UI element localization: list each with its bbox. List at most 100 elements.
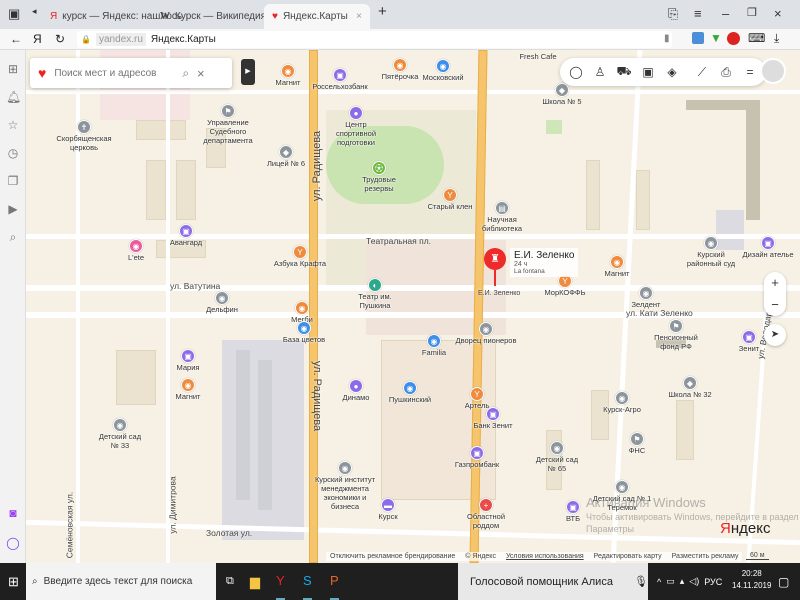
edit-map-link[interactable]: Редактировать карту bbox=[594, 553, 662, 560]
notifications-icon[interactable]: ▢ bbox=[778, 563, 789, 600]
microphone-icon[interactable]: 🎙︎ bbox=[634, 563, 648, 600]
selected-place-card[interactable]: Е.И. Зеленко 24 ч La fontana bbox=[510, 248, 579, 277]
zoom-in-button[interactable]: + bbox=[764, 272, 786, 294]
parking-icon[interactable]: ⛟ bbox=[616, 64, 632, 80]
poi[interactable]: ▤ Научная библиотека bbox=[477, 201, 527, 233]
start-button[interactable]: ⊞ bbox=[8, 563, 19, 600]
poi[interactable]: ◉ Московский bbox=[398, 59, 488, 82]
back-icon[interactable]: ← bbox=[10, 32, 22, 46]
tab-yandex-maps[interactable]: ♥ Яндекс.Карты × bbox=[264, 4, 370, 29]
bookmark-icon[interactable]: ▮ bbox=[664, 33, 670, 44]
poi[interactable]: ▣ Дизайн ателье bbox=[723, 236, 800, 259]
alice-assistant-box[interactable]: Голосовой помощник Алиса bbox=[458, 563, 648, 600]
bank-icon: ▣ bbox=[333, 68, 347, 82]
history-icon[interactable]: ◷ bbox=[6, 146, 20, 160]
network-icon[interactable]: ▭ bbox=[666, 576, 675, 587]
restore-button[interactable]: ❐ bbox=[747, 6, 757, 19]
task-view-icon[interactable]: ⧉ bbox=[226, 563, 234, 600]
poi[interactable]: ▬ Курск bbox=[343, 498, 433, 521]
transport-icon[interactable]: ▣ bbox=[640, 65, 656, 79]
skype-icon[interactable]: S bbox=[303, 563, 312, 600]
powerpoint-icon[interactable]: P bbox=[330, 563, 339, 600]
poi[interactable]: ⚑ ФНС bbox=[592, 432, 682, 455]
zoom-out-button[interactable]: − bbox=[764, 294, 786, 316]
search-icon[interactable]: ⌕ bbox=[182, 66, 189, 81]
yandex-button[interactable]: Я bbox=[33, 32, 42, 46]
media-icon[interactable]: ▶ bbox=[6, 202, 20, 216]
adblock-icon[interactable] bbox=[727, 32, 740, 45]
poi[interactable]: ◉ База цветов bbox=[259, 321, 349, 344]
layers-traffic-icon[interactable]: ◯ bbox=[568, 65, 584, 79]
collapse-panel-button[interactable]: ▶ bbox=[241, 59, 255, 85]
apps-icon[interactable]: ⊞ bbox=[6, 62, 20, 76]
menu-icon[interactable]: = bbox=[742, 65, 758, 79]
poi[interactable]: ◐ Театр им. Пушкина bbox=[345, 278, 405, 310]
new-tab-button[interactable]: + bbox=[378, 3, 387, 20]
panorama-icon[interactable]: ♙ bbox=[592, 65, 608, 79]
poi[interactable]: ◉ Детский сад № 33 bbox=[95, 418, 145, 450]
poi[interactable]: ◉ Магнит bbox=[572, 255, 662, 278]
battery-icon[interactable]: ▴ bbox=[680, 576, 685, 587]
disable-branding-link[interactable]: Отключить рекламное брендирование bbox=[330, 553, 455, 560]
volume-icon[interactable]: ◁) bbox=[689, 576, 699, 587]
alice-notify-icon[interactable]: ◙ bbox=[6, 506, 20, 520]
tab-yandex-search[interactable]: Якурск — Яндекс: нашлось bbox=[42, 4, 182, 29]
map-canvas[interactable]: ул. Радищева ул. Радищева Театральная пл… bbox=[26, 50, 800, 563]
notifications-icon[interactable]: 🔔︎ bbox=[6, 90, 21, 104]
government-icon: ⚑ bbox=[669, 319, 683, 333]
chevron-up-icon[interactable]: ^ bbox=[657, 577, 661, 587]
menu-icon[interactable]: ≡ bbox=[694, 6, 702, 21]
poi[interactable]: ▣ Россельхозбанк bbox=[295, 68, 385, 91]
layers-icon[interactable]: ◈ bbox=[664, 65, 680, 79]
favorites-icon[interactable]: ☆ bbox=[6, 118, 20, 132]
url-field[interactable]: 🔒 yandex.ru Яндекс.Карты bbox=[77, 31, 672, 48]
collections-icon[interactable]: ❐ bbox=[6, 174, 20, 188]
minimize-button[interactable]: – bbox=[722, 6, 729, 21]
poi[interactable]: ◉ Зелдент bbox=[601, 286, 691, 309]
place-ad-link[interactable]: Разместить рекламу bbox=[672, 553, 739, 560]
close-window-button[interactable]: × bbox=[774, 6, 782, 21]
search-doc-icon[interactable]: ⌕ bbox=[6, 230, 20, 244]
alice-icon[interactable]: ◯ bbox=[6, 536, 20, 550]
poi[interactable]: ▣ Банк Зенит bbox=[448, 407, 538, 430]
user-avatar[interactable] bbox=[760, 58, 786, 84]
tab-wikipedia[interactable]: W Курск — Википедия bbox=[152, 4, 266, 29]
ruler-icon[interactable]: ⟋ bbox=[694, 65, 710, 80]
translate-icon[interactable]: ⌨ bbox=[748, 31, 765, 45]
reload-icon[interactable]: ↻ bbox=[55, 32, 65, 46]
extension-icon[interactable] bbox=[692, 32, 704, 44]
download-helper-icon[interactable]: ▼ bbox=[710, 31, 722, 45]
geolocation-button[interactable]: ➤ bbox=[764, 324, 786, 346]
close-tab-icon[interactable]: × bbox=[356, 11, 362, 22]
downloads-icon[interactable]: ⤓ bbox=[774, 31, 779, 46]
poi[interactable]: ● Центр спортивной подготовки bbox=[326, 106, 386, 147]
yandex-browser-icon[interactable]: Y bbox=[276, 563, 285, 600]
poi[interactable]: ◉ Детский сад № 65 bbox=[532, 441, 582, 473]
language-indicator[interactable]: РУС bbox=[704, 577, 722, 587]
sidebar-toggle-icon[interactable]: ▣ bbox=[8, 6, 20, 22]
poi[interactable]: ▣ Мария bbox=[143, 349, 233, 372]
poi[interactable]: Y Азбука Крафта bbox=[255, 245, 345, 268]
poi[interactable]: ◉ Магнит bbox=[143, 378, 233, 401]
poi[interactable]: ◉ Дельфин bbox=[177, 291, 267, 314]
search-input[interactable] bbox=[54, 67, 175, 79]
poi[interactable]: ▣ Газпромбанк bbox=[432, 446, 522, 469]
poi[interactable]: ◉ L'ete bbox=[91, 239, 181, 262]
poi[interactable]: ◆ Школа № 32 bbox=[645, 376, 735, 399]
clear-icon[interactable]: × bbox=[197, 66, 205, 81]
collections-icon[interactable]: ⎘ bbox=[668, 6, 678, 22]
poi[interactable]: ◆ Лицей № 6 bbox=[241, 145, 331, 168]
file-explorer-icon[interactable]: ▆ bbox=[250, 563, 260, 600]
clock[interactable]: 20:28 14.11.2019 bbox=[732, 568, 771, 592]
print-icon[interactable]: ⎙ bbox=[718, 65, 734, 80]
poi[interactable]: ✝ Скорбященская церковь bbox=[54, 120, 114, 152]
poi[interactable]: ◆ Школа № 5 bbox=[517, 83, 607, 106]
poi[interactable]: ⚑ Пенсионный фонд РФ bbox=[651, 319, 701, 351]
selected-place-marker[interactable]: ♜ bbox=[484, 248, 506, 286]
poi[interactable]: ⚑ Управление Судебного департамента bbox=[193, 104, 263, 145]
sound-icon[interactable]: ◂ bbox=[32, 6, 37, 17]
terms-link[interactable]: Условия использования bbox=[506, 553, 584, 560]
taskbar-search[interactable]: ⌕ Введите здесь текст для поиска bbox=[26, 563, 216, 600]
poi[interactable]: + Областной роддом bbox=[461, 498, 511, 530]
poi[interactable]: ◉ Дворец пионеров bbox=[441, 322, 531, 345]
